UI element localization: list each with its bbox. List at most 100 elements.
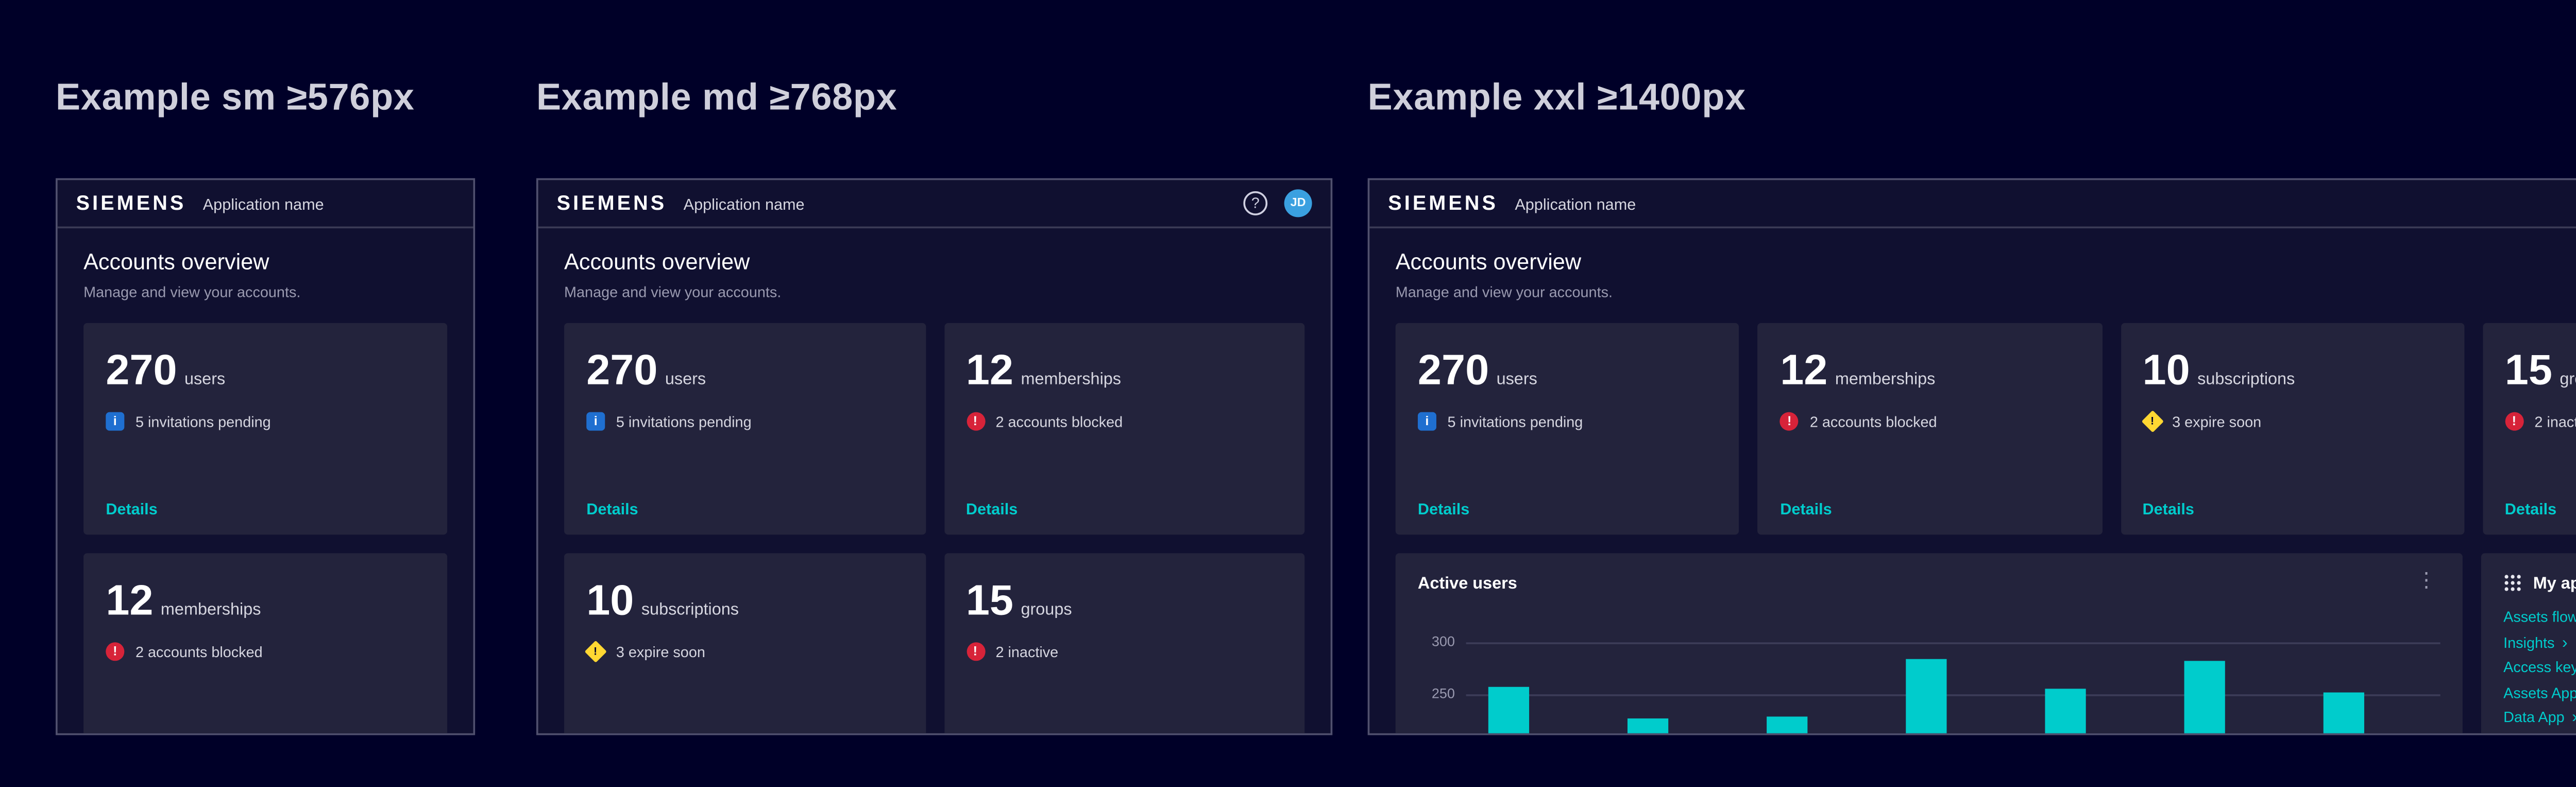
page-subtitle: Manage and view your accounts.	[564, 284, 1304, 300]
badge-text: 3 expire soon	[616, 643, 705, 660]
page-subtitle: Manage and view your accounts.	[83, 284, 447, 300]
example-title-md: Example md ≥768px	[536, 78, 897, 121]
breakpoint-examples-canvas: Example sm ≥576px SIEMENS Application na…	[0, 0, 2576, 787]
stat-badge-row: i 5 invitations pending	[106, 412, 425, 431]
stat-value: 12	[106, 579, 153, 622]
stat-value: 15	[966, 579, 1013, 622]
stat-badge-row: ! 2 accounts blocked	[1780, 412, 2079, 431]
stat-badge-row: ! 2 inactive	[966, 642, 1282, 661]
stat-value-row: 270 users	[106, 349, 425, 392]
bar-group	[1466, 642, 2441, 735]
details-link[interactable]: Details	[1780, 499, 1832, 518]
stat-card-memberships: 12 memberships ! 2 accounts blocked Deta…	[944, 323, 1305, 535]
chart-bar	[1488, 687, 1529, 735]
stat-unit: groups	[2560, 370, 2576, 388]
app-link-assets-app[interactable]: Assets App›	[2503, 680, 2576, 706]
app-name: Application name	[1515, 194, 1636, 212]
details-link[interactable]: Details	[106, 499, 157, 518]
stat-card-groups: 15 groups ! 2 inactive Details	[944, 553, 1305, 735]
y-axis-tick: 250	[1418, 685, 1455, 701]
stat-unit: users	[1497, 370, 1537, 388]
details-link[interactable]: Details	[2143, 499, 2194, 518]
help-icon[interactable]: ?	[1243, 191, 1267, 215]
stat-unit: users	[184, 370, 225, 388]
stat-card-memberships: 12 memberships ! 2 accounts blocked Deta…	[83, 553, 447, 735]
stat-unit: memberships	[1021, 370, 1121, 388]
app-link-assets-flow[interactable]: Assets flow›	[2503, 605, 2576, 630]
stat-value-row: 10 subscriptions	[2143, 349, 2442, 392]
chart-bar	[1767, 716, 1807, 735]
siemens-logo: SIEMENS	[76, 192, 187, 214]
stat-value: 10	[586, 579, 634, 622]
widget-row: Active users ⋮ 300 250	[1396, 553, 2576, 735]
chart-bar	[2324, 692, 2364, 735]
siemens-logo: SIEMENS	[557, 192, 667, 214]
apps-grid-icon	[2503, 573, 2522, 591]
chart-bar	[1906, 659, 1946, 735]
stat-card-groups: 15 groups ! 2 inactive Details	[2483, 323, 2576, 535]
details-link[interactable]: Details	[2505, 499, 2556, 518]
app-name: Application name	[684, 194, 805, 212]
app-frame-sm: SIEMENS Application name Accounts overvi…	[56, 178, 475, 735]
stat-badge-row: i 5 invitations pending	[1418, 412, 1717, 431]
y-axis-tick: 300	[1418, 633, 1455, 649]
badge-text: 5 invitations pending	[1448, 413, 1583, 429]
stat-unit: subscriptions	[2197, 370, 2295, 388]
stat-value-row: 12 memberships	[106, 579, 425, 622]
stat-value-row: 10 subscriptions	[586, 579, 903, 622]
app-link-list: Assets flow› Insights› Access key› Asset…	[2503, 605, 2576, 730]
stat-card-subscriptions: 10 subscriptions ! 3 expire soon Details	[2120, 323, 2464, 535]
details-link[interactable]: Details	[586, 499, 638, 518]
active-users-chart: 300 250	[1418, 627, 2441, 735]
badge-text: 3 expire soon	[2172, 413, 2261, 429]
alert-icon: !	[2505, 412, 2523, 431]
stat-value: 10	[2143, 349, 2190, 392]
badge-text: 2 inactive	[995, 643, 1058, 660]
page-content: Accounts overview Manage and view your a…	[1369, 228, 2576, 735]
stat-value: 270	[586, 349, 657, 392]
kebab-menu-icon[interactable]: ⋮	[2413, 572, 2441, 592]
app-header: SIEMENS Application name ? JD	[1369, 180, 2576, 228]
active-users-title: Active users	[1418, 573, 1517, 591]
stat-value: 15	[2505, 349, 2552, 392]
chevron-right-icon: ›	[2562, 634, 2568, 651]
active-users-panel: Active users ⋮ 300 250	[1396, 553, 2463, 735]
app-link-access-key[interactable]: Access key›	[2503, 656, 2576, 681]
alert-icon: !	[966, 412, 985, 431]
app-frame-xxl: SIEMENS Application name ? JD Accounts o…	[1368, 178, 2576, 735]
info-icon: i	[586, 412, 605, 431]
stat-value: 12	[1780, 349, 1827, 392]
avatar[interactable]: JD	[1284, 189, 1312, 217]
badge-text: 5 invitations pending	[616, 413, 752, 429]
badge-text: 2 accounts blocked	[1810, 413, 1937, 429]
details-link[interactable]: Details	[966, 499, 1018, 518]
stat-badge-row: ! 3 expire soon	[2143, 412, 2442, 431]
widget-header: My apps ⋮	[2503, 572, 2576, 592]
warning-icon: !	[585, 641, 607, 663]
app-header: SIEMENS Application name	[58, 180, 473, 228]
stat-unit: users	[665, 370, 706, 388]
stat-value-row: 15 groups	[2505, 349, 2576, 392]
chart-bar	[2045, 689, 2086, 735]
siemens-logo: SIEMENS	[1388, 192, 1498, 214]
stat-card-memberships: 12 memberships ! 2 accounts blocked Deta…	[1758, 323, 2102, 535]
stat-unit: memberships	[161, 599, 261, 618]
details-link[interactable]: Details	[1418, 499, 1469, 518]
app-link-insights[interactable]: Insights›	[2503, 630, 2576, 656]
stat-card-grid: 270 users i 5 invitations pending Detail…	[83, 323, 447, 735]
page-subtitle: Manage and view your accounts.	[1396, 284, 2576, 300]
app-link-data-app[interactable]: Data App›	[2503, 706, 2576, 731]
example-title-xxl: Example xxl ≥1400px	[1368, 78, 1746, 121]
alert-icon: !	[106, 642, 124, 661]
stat-card-grid: 270 users i 5 invitations pending Detail…	[564, 323, 1304, 735]
stat-value: 270	[1418, 349, 1489, 392]
alert-icon: !	[966, 642, 985, 661]
stat-value-row: 12 memberships	[1780, 349, 2079, 392]
page-content: Accounts overview Manage and view your a…	[58, 228, 473, 735]
app-name: Application name	[203, 194, 324, 212]
stat-unit: groups	[1021, 599, 1072, 618]
stat-badge-row: ! 2 accounts blocked	[106, 642, 425, 661]
stat-value-row: 15 groups	[966, 579, 1282, 622]
stat-card-users: 270 users i 5 invitations pending Detail…	[83, 323, 447, 535]
stat-badge-row: ! 2 inactive	[2505, 412, 2576, 431]
